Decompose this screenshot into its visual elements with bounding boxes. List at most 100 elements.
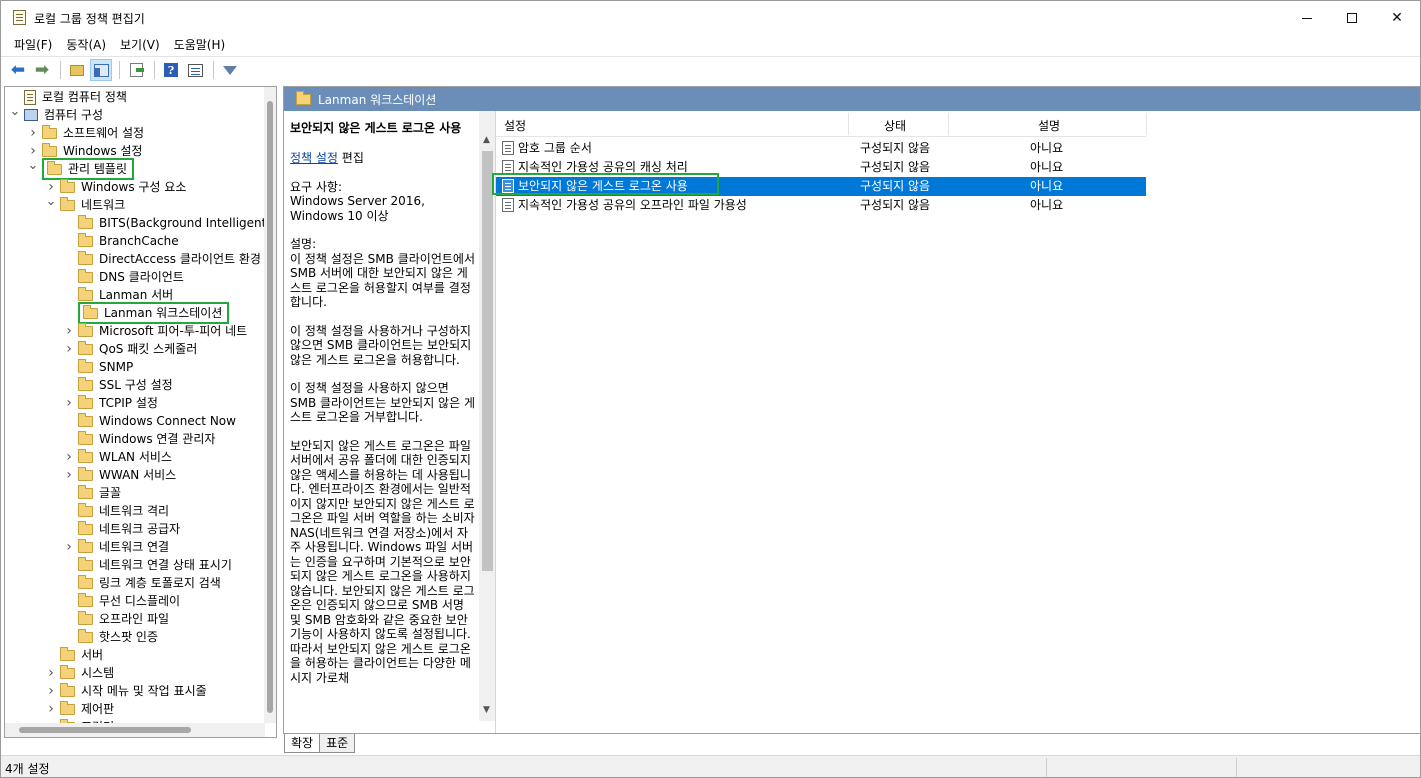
column-header-state[interactable]: 상태 [884,117,906,134]
tree-item-content[interactable]: DirectAccess 클라이언트 환경 [78,250,261,268]
tree-item-content[interactable]: QoS 패킷 스케줄러 [78,340,197,358]
column-separator[interactable] [1146,113,1147,135]
tree-item[interactable]: ⌄ 관리 템플릿 [27,158,135,180]
tree-item[interactable]: › Windows 구성 요소 [45,178,186,196]
chevron-right-icon[interactable]: › [63,322,75,340]
table-row[interactable]: 지속적인 가용성 공유의 오프라인 파일 가용성 구성되지 않음 아니요 [496,196,1146,215]
tree-item-content[interactable]: 네트워크 연결 [78,538,169,556]
tree-item-content[interactable]: BITS(Background Intelligent T [78,214,265,232]
tree-item[interactable]: › 네트워크 연결 [63,538,169,556]
table-row[interactable]: 암호 그룹 순서 구성되지 않음 아니요 [496,139,1146,158]
tree-item[interactable]: Lanman 워크스테이션 [63,302,230,324]
tree-item[interactable]: Windows 연결 관리자 [63,430,215,448]
tree-item-content[interactable]: 무선 디스플레이 [78,592,180,610]
tree-item-content[interactable]: 네트워크 공급자 [78,520,180,538]
tree-item-content[interactable]: Microsoft 피어-투-피어 네트 [78,322,247,340]
menu-view[interactable]: 보기(V) [113,35,167,55]
tree-item-content[interactable]: WLAN 서비스 [78,448,172,466]
tree-item-content[interactable]: 소프트웨어 설정 [42,124,144,142]
tree-item[interactable]: › 시스템 [45,664,114,682]
tree-item[interactable]: › WWAN 서비스 [63,466,176,484]
menu-action[interactable]: 동작(A) [59,35,113,55]
tree-item[interactable]: SSL 구성 설정 [63,376,173,394]
help-button[interactable]: ? [160,59,182,81]
chevron-down-icon[interactable]: ⌄ [9,103,21,121]
tree-item[interactable]: › Microsoft 피어-투-피어 네트 [63,322,247,340]
tree-item[interactable]: BranchCache [63,232,179,250]
tree-item-content[interactable]: SSL 구성 설정 [78,376,173,394]
tree-item[interactable]: DNS 클라이언트 [63,268,184,286]
tree-item-content[interactable]: 글꼴 [78,484,121,502]
tree-item[interactable]: › WLAN 서비스 [63,448,172,466]
table-row[interactable]: 보안되지 않은 게스트 로그온 사용 구성되지 않음 아니요 [496,177,1146,196]
chevron-right-icon[interactable]: › [45,700,57,718]
filter-button[interactable] [219,59,241,81]
tree-item-content[interactable]: 시스템 [60,664,114,682]
chevron-right-icon[interactable]: › [63,448,75,466]
tree-item[interactable]: 네트워크 격리 [63,502,169,520]
chevron-down-icon[interactable]: ⌄ [45,193,57,211]
scroll-up-icon[interactable]: ▲ [483,135,490,145]
tree-item[interactable]: 핫스팟 인증 [63,628,158,646]
column-header-comment[interactable]: 설명 [1038,117,1060,134]
tree-item[interactable]: SNMP [63,358,133,376]
chevron-right-icon[interactable]: › [63,394,75,412]
column-separator[interactable] [948,113,949,135]
chevron-right-icon[interactable]: › [27,124,39,142]
maximize-button[interactable] [1329,1,1375,35]
chevron-right-icon[interactable]: › [63,340,75,358]
forward-button[interactable]: ➡ [31,59,53,81]
tree-item-content[interactable]: 네트워크 연결 상태 표시기 [78,556,232,574]
tree-vertical-scroll-thumb[interactable] [267,101,273,713]
tree-horizontal-scrollbar[interactable] [5,723,265,737]
tree-item[interactable]: ⌄ 컴퓨터 구성 [9,103,103,124]
tree-item[interactable]: ⌄ 네트워크 [45,193,126,214]
tree-item[interactable]: Windows Connect Now [63,412,236,430]
tree-item[interactable]: › 시작 메뉴 및 작업 표시줄 [45,682,207,700]
tree-horizontal-scroll-thumb[interactable] [19,727,191,733]
tree-item-content[interactable]: 네트워크 [60,196,125,214]
tree-item-content[interactable]: Windows 구성 요소 [60,178,186,196]
tree-item-content[interactable]: 핫스팟 인증 [78,628,158,646]
tree-item[interactable]: › 소프트웨어 설정 [27,124,144,142]
tree-item-content[interactable]: 네트워크 격리 [78,502,169,520]
tree-item-content[interactable]: Windows Connect Now [78,412,236,430]
tree-item[interactable]: 서버 [45,646,103,664]
tree-item-content[interactable]: TCPIP 설정 [78,394,158,412]
description-scrollbar[interactable]: ▲ ▼ [479,111,495,721]
tree-item-content[interactable]: Windows 연결 관리자 [78,430,215,448]
up-one-level-button[interactable] [66,59,88,81]
chevron-right-icon[interactable]: › [63,466,75,484]
tree-item[interactable]: BITS(Background Intelligent T [63,214,265,232]
tree-item-content[interactable]: WWAN 서비스 [78,466,176,484]
description-scroll-thumb[interactable] [482,151,493,571]
column-separator[interactable] [848,113,849,135]
chevron-right-icon[interactable]: › [45,664,57,682]
scroll-down-icon[interactable]: ▼ [483,705,490,715]
menu-file[interactable]: 파일(F) [7,35,59,55]
show-hide-tree-button[interactable] [90,59,112,81]
tree-item-content[interactable]: Lanman 워크스테이션 [78,302,230,324]
tree-item-content[interactable]: 시작 메뉴 및 작업 표시줄 [60,682,207,700]
chevron-right-icon[interactable]: › [45,682,57,700]
tree-vertical-scrollbar[interactable] [264,87,276,723]
properties-button[interactable] [184,59,206,81]
tree-item[interactable]: 네트워크 연결 상태 표시기 [63,556,232,574]
tree-item-content[interactable]: 컴퓨터 구성 [24,106,103,124]
tab-extended[interactable]: 확장 [284,734,321,753]
tree-item-content[interactable]: DNS 클라이언트 [78,268,184,286]
tree-item[interactable]: › QoS 패킷 스케줄러 [63,340,197,358]
tree-item[interactable]: 글꼴 [63,484,121,502]
tree-item[interactable]: 링크 계층 토폴로지 검색 [63,574,221,592]
close-button[interactable]: ✕ [1374,1,1420,35]
chevron-right-icon[interactable]: › [63,538,75,556]
tree-item[interactable]: 네트워크 공급자 [63,520,180,538]
tree-item[interactable]: 로컬 컴퓨터 정책 [9,88,127,106]
column-header-setting[interactable]: 설정 [504,117,526,134]
tree-item-content[interactable]: BranchCache [78,232,179,250]
minimize-button[interactable] [1284,1,1330,35]
menu-help[interactable]: 도움말(H) [167,35,233,55]
tree-item[interactable]: 무선 디스플레이 [63,592,180,610]
tree-item[interactable]: › 제어판 [45,700,114,718]
tree-item-content[interactable]: 링크 계층 토폴로지 검색 [78,574,221,592]
